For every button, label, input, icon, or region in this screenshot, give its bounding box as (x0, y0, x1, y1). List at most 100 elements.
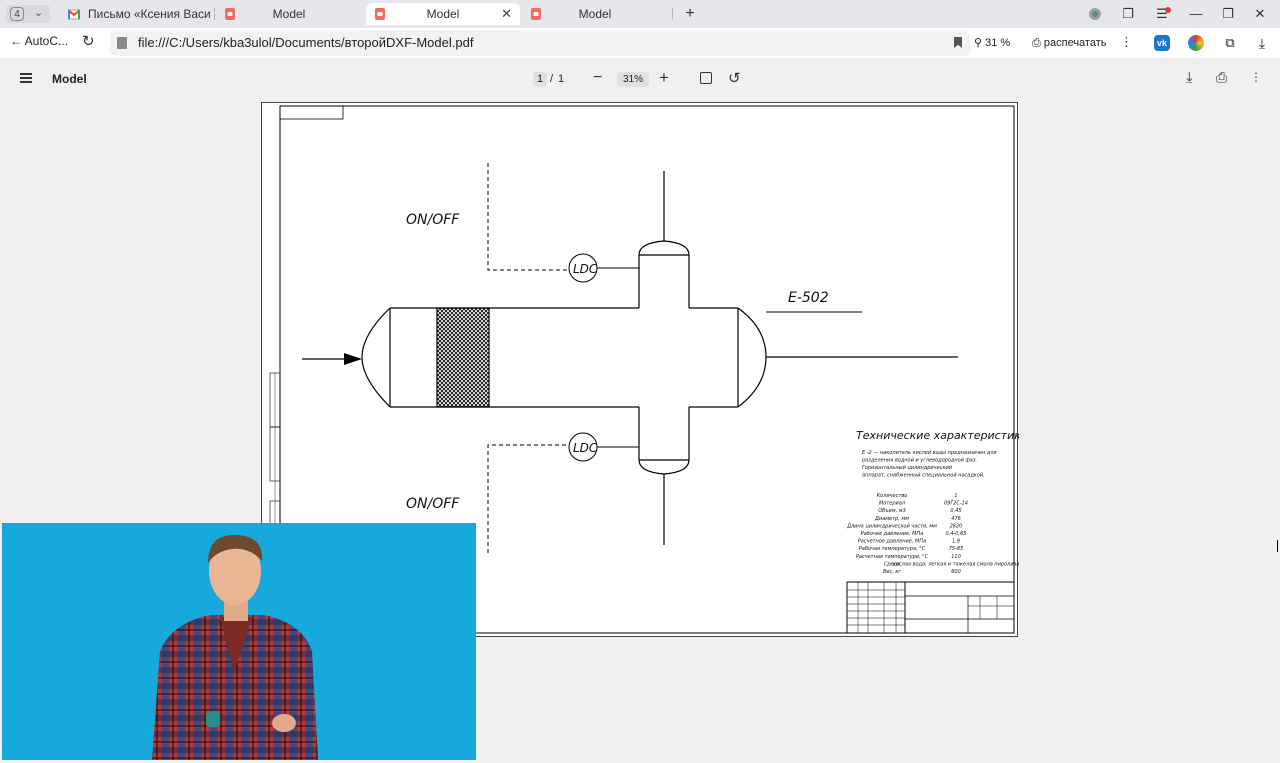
document-title: Model (52, 72, 87, 86)
print-button[interactable]: ⎙ распечатать (1026, 31, 1114, 55)
vessel-e502 (302, 171, 958, 545)
inlet-arrow (344, 353, 362, 365)
description-line: Горизонтальный цилиндрический (862, 465, 953, 471)
rotate-icon[interactable]: ↺ (728, 69, 741, 87)
gmail-icon (68, 9, 80, 20)
spec-name: Количество (877, 493, 908, 499)
title-block (846, 581, 1015, 634)
tab-model-1[interactable]: Model (216, 3, 362, 25)
more-icon[interactable]: ⋮ (1120, 34, 1133, 50)
spec-name: Материал (879, 501, 906, 507)
spec-value: 1,9 (952, 539, 960, 545)
spec-value: 0,45 (950, 508, 961, 514)
chevron-down-icon: ⌄ (34, 7, 44, 19)
page-number-input[interactable]: 1 (533, 72, 547, 87)
notification-dot (1165, 7, 1171, 13)
zoom-value: 31 % (985, 37, 1011, 49)
zoom-out-button[interactable]: − (593, 69, 602, 87)
print-label: распечатать (1043, 37, 1107, 49)
file-icon (117, 37, 127, 49)
fit-page-icon[interactable] (700, 72, 712, 84)
arrow-left-icon: ← (10, 34, 22, 48)
spec-name: Расчетная температура, °С (856, 554, 929, 560)
tab-model-3[interactable]: Model (522, 3, 668, 25)
specs-title: Технические характеристики (856, 429, 1019, 442)
url-text[interactable]: file:///C:/Users/kba3ulol/Documents/втор… (138, 35, 473, 50)
tab-label: Model (272, 7, 306, 21)
zoom-indicator[interactable]: ⚲ 31 % (974, 31, 1010, 55)
onoff-top-label: ON/OFF (406, 212, 460, 228)
print-icon[interactable]: ⎙ (1216, 69, 1227, 86)
spec-value: 110 (951, 554, 961, 560)
spec-name: Рабочая температура, °С (859, 546, 926, 552)
close-window-button[interactable]: ✕ (1250, 4, 1270, 24)
specs-description: Е -2 — накопитель кислой воды предназнач… (861, 450, 997, 479)
tab-count: 4 (10, 7, 24, 21)
reload-icon[interactable]: ↻ (82, 32, 95, 50)
spec-value: 1 (954, 493, 957, 499)
spec-name: Длина цилиндрической части, мм (846, 523, 937, 529)
new-tab-button[interactable]: + (681, 5, 699, 23)
frame-corner-box (279, 105, 344, 120)
tab-divider (672, 8, 673, 20)
spec-name: Диаметр, мм (874, 516, 909, 522)
sidebar-menu-icon[interactable] (20, 73, 32, 83)
spec-value: 600 (951, 569, 961, 575)
printer-icon: ⎙ (1032, 37, 1041, 49)
tab-divider (214, 8, 215, 20)
download-icon[interactable]: ⤓ (1254, 35, 1270, 51)
onoff-bottom-label: ON/OFF (406, 496, 460, 512)
description-line: Е -2 — накопитель кислой воды предназнач… (862, 450, 997, 456)
page-total: 1 (558, 73, 565, 85)
download-icon[interactable]: ⤓ (1186, 69, 1193, 86)
spec-name: Расчетное давление, МПа (858, 539, 926, 545)
spec-value: 2820 (950, 523, 963, 529)
tab-model-active[interactable]: Model ✕ (366, 3, 520, 25)
mouse-cursor (1277, 540, 1278, 552)
level-controller-bottom (487, 432, 639, 553)
pdf-toolbar: Model 1 / 1 − 31% + ↺ ⤓ ⎙ ⋮ (0, 58, 1280, 102)
spec-value: 476 (951, 516, 961, 522)
equipment-tag: E-502 (788, 290, 829, 306)
extension-icon[interactable] (1188, 35, 1204, 51)
back-label: AutoC... (24, 34, 69, 48)
minimize-button[interactable]: — (1186, 4, 1206, 24)
zoom-search-icon: ⚲ (974, 37, 983, 49)
tab-label: Письмо «Ксения Василье (88, 7, 210, 21)
description-line: аппарат, снабженный специальной насадкой… (862, 473, 985, 479)
ldc-bottom-label: LDC (573, 441, 598, 455)
more-options-icon[interactable]: ⋮ (1250, 70, 1262, 84)
profile-icon[interactable] (1085, 4, 1105, 24)
spec-name: Рабочее давление, МПа (861, 531, 924, 537)
collections-icon[interactable]: ❐ (1118, 4, 1138, 24)
address-bar[interactable]: file:///C:/Users/kba3ulol/Documents/втор… (110, 30, 970, 56)
specs-table: Количество 1 Материал 09Г2С-14 Объем, м3 0,45… (846, 493, 1019, 575)
bookmark-icon[interactable] (954, 37, 962, 48)
close-tab-icon[interactable]: ✕ (501, 3, 512, 25)
spec-value: 75-85 (949, 546, 964, 552)
webcam-overlay (2, 523, 476, 760)
tab-strip: 4 ⌄ Письмо «Ксения Василье Model Model ✕ (0, 0, 1280, 28)
level-controller-top (487, 163, 639, 283)
menu-icon[interactable]: ☰ (1152, 4, 1172, 24)
tab-label: Model (578, 7, 612, 21)
tab-label: Model (426, 7, 460, 21)
restore-button[interactable]: ❐ (1218, 4, 1238, 24)
person-image (152, 534, 318, 760)
vk-icon[interactable]: vk (1154, 35, 1170, 51)
description-line: разделения водной и углеводородной фаз. (861, 458, 977, 464)
packing-section (436, 307, 490, 408)
zoom-input[interactable]: 31% (617, 72, 649, 87)
spec-name: Объем, м3 (878, 508, 906, 514)
tab-mail[interactable]: Письмо «Ксения Василье (60, 3, 210, 25)
spec-value: кислая вода, легкая и тяжелая смола пиро… (893, 561, 1019, 567)
tab-count-button[interactable]: 4 ⌄ (6, 5, 50, 23)
navigation-bar: ← AutoC... ↻ file:///C:/Users/kba3ulol/D… (0, 28, 1280, 58)
spec-name: Вес, кг (883, 569, 901, 575)
ldc-top-label: LDC (573, 262, 598, 276)
translate-icon[interactable]: ⧉ (1222, 35, 1238, 51)
spec-value: 09Г2С-14 (944, 501, 968, 507)
page-separator: / (550, 73, 554, 85)
zoom-in-button[interactable]: + (659, 68, 669, 88)
back-button[interactable]: ← AutoC... (10, 34, 68, 48)
